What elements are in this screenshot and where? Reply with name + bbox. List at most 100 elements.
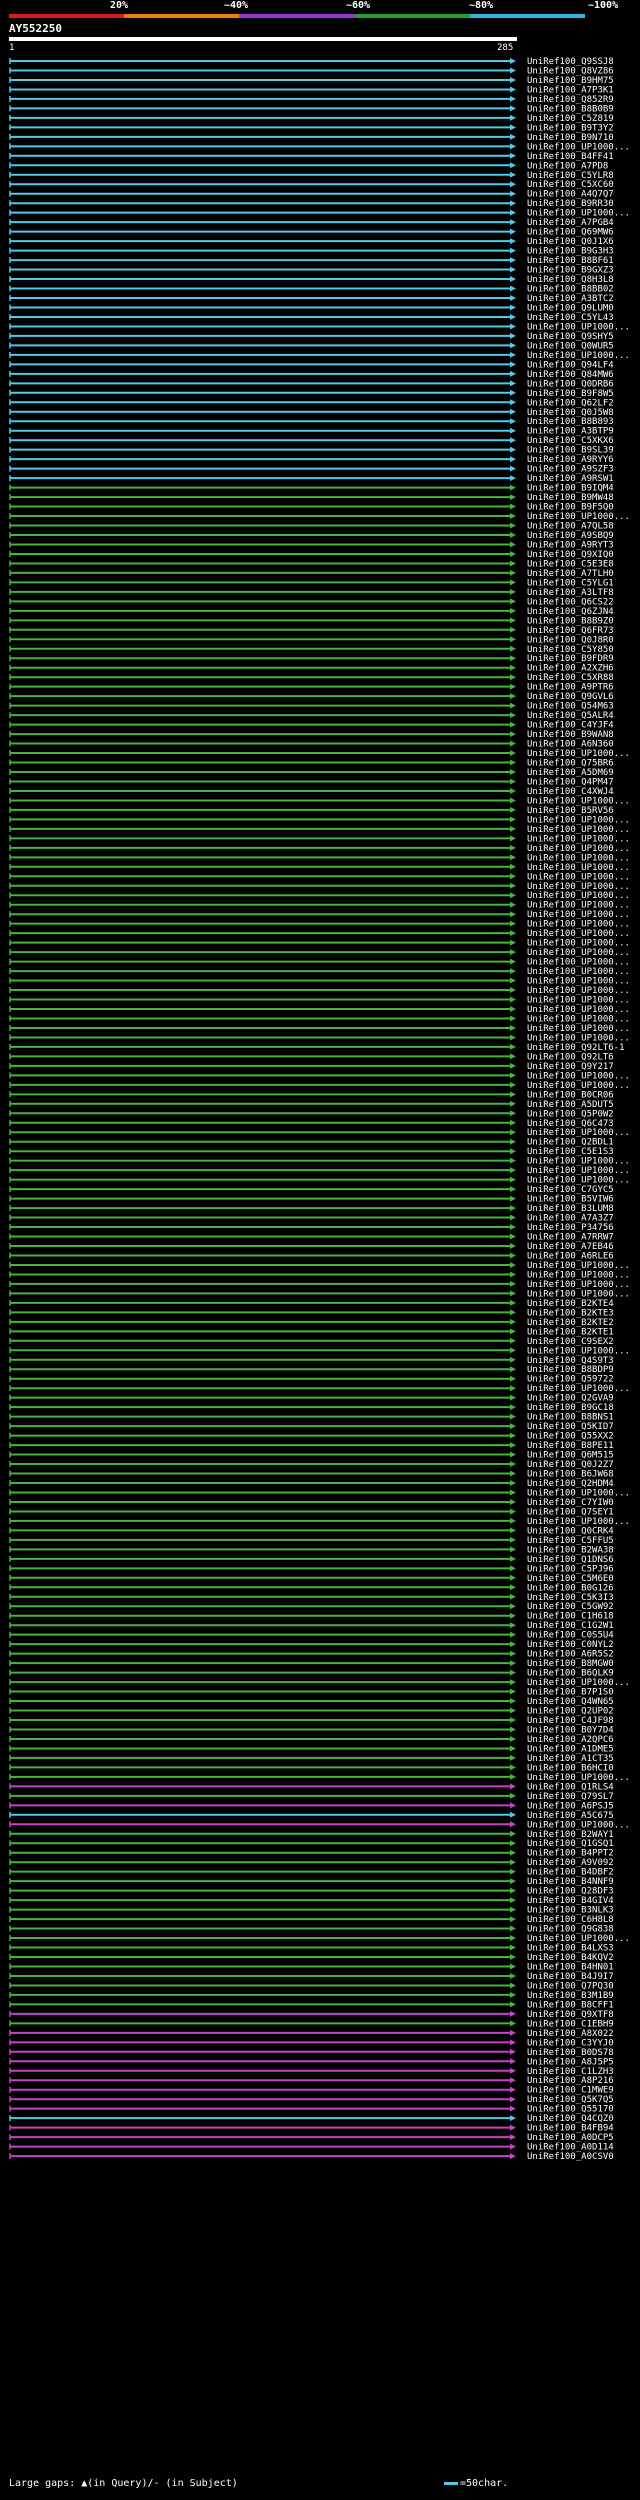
hit-end-arrow — [510, 1489, 516, 1496]
hit-end-arrow — [510, 2039, 516, 2046]
hit-end-arrow — [510, 579, 516, 586]
hit-end-arrow — [510, 892, 516, 899]
hit-end-arrow — [510, 1735, 516, 1742]
hit-end-arrow — [510, 276, 516, 283]
hit-end-arrow — [510, 1186, 516, 1193]
hit-end-arrow — [510, 285, 516, 292]
hit-end-arrow — [510, 750, 516, 757]
hit-end-arrow — [510, 854, 516, 861]
hit-end-arrow — [510, 939, 516, 946]
hit-end-arrow — [510, 456, 516, 463]
hit-end-arrow — [510, 209, 516, 216]
hit-end-arrow — [510, 1754, 516, 1761]
hit-end-arrow — [510, 2143, 516, 2150]
hit-end-arrow — [510, 1356, 516, 1363]
hit-end-arrow — [510, 1641, 516, 1648]
hit-end-arrow — [510, 1717, 516, 1723]
hit-end-arrow — [510, 513, 516, 520]
hit-end-arrow — [510, 1053, 516, 1060]
hit-end-arrow — [510, 1461, 516, 1468]
hit-end-arrow — [510, 1271, 516, 1278]
hit-end-arrow — [510, 626, 516, 633]
hit-end-arrow — [510, 257, 516, 264]
hit-end-arrow — [510, 560, 516, 567]
hit-end-arrow — [510, 806, 516, 813]
hit-end-arrow — [510, 408, 516, 415]
hit-end-arrow — [510, 332, 516, 339]
hit-end-arrow — [510, 2048, 516, 2055]
hit-end-arrow — [510, 1347, 516, 1354]
hit-end-arrow — [510, 1508, 516, 1515]
hit-end-arrow — [510, 816, 516, 823]
hit-end-arrow — [510, 1024, 516, 1031]
hit-end-arrow — [510, 1214, 516, 1221]
hit-end-arrow — [510, 1138, 516, 1145]
hit-end-arrow — [510, 1536, 516, 1543]
hit-end-arrow — [510, 1679, 516, 1686]
hit-end-arrow — [510, 569, 516, 576]
hit-end-arrow — [510, 683, 516, 690]
hit-end-arrow — [510, 1091, 516, 1098]
hit-end-arrow — [510, 968, 516, 975]
hit-end-arrow — [510, 2001, 516, 2008]
hit-end-arrow — [510, 636, 516, 643]
hit-end-arrow — [510, 1157, 516, 1164]
hit-end-arrow — [510, 873, 516, 880]
hit-end-arrow — [510, 58, 516, 64]
hit-end-arrow — [510, 1224, 516, 1231]
hit-end-arrow — [510, 977, 516, 984]
hit-end-arrow — [510, 1280, 516, 1287]
hit-end-arrow — [510, 219, 516, 226]
hit-end-arrow — [510, 920, 516, 927]
hit-end-arrow — [510, 1432, 516, 1439]
hit-end-arrow — [510, 67, 516, 74]
hit-end-arrow — [510, 825, 516, 832]
hit-end-arrow — [510, 1631, 516, 1638]
hit-end-arrow — [510, 901, 516, 908]
hit-end-arrow — [510, 2077, 516, 2084]
hit-end-arrow — [510, 247, 516, 254]
hit-end-arrow — [510, 295, 516, 301]
hit-end-arrow — [510, 1100, 516, 1107]
hit-end-arrow — [510, 721, 516, 728]
hit-end-arrow — [510, 304, 516, 311]
hit-end-arrow — [510, 1328, 516, 1335]
hit-end-arrow — [510, 645, 516, 652]
hit-end-arrow — [510, 607, 516, 614]
hit-end-arrow — [510, 1366, 516, 1373]
hit-end-arrow — [510, 1849, 516, 1856]
hit-end-arrow — [510, 143, 516, 150]
hit-end-arrow — [510, 1252, 516, 1259]
hit-end-arrow — [510, 1830, 516, 1837]
hit-label[interactable]: UniRef100_A0CSV0 — [527, 2152, 614, 2162]
alignment-tracks: UniRef100_Q9SSJ8UniRef100_Q8VZ86UniRef10… — [9, 57, 630, 2162]
hit-end-arrow — [510, 1195, 516, 1202]
hit-end-arrow — [510, 437, 516, 444]
scale-bar — [444, 2481, 458, 2485]
hit-end-arrow — [510, 1859, 516, 1866]
hit-end-arrow — [510, 778, 516, 785]
hit-end-arrow — [510, 2058, 516, 2065]
hit-end-arrow — [510, 835, 516, 842]
hit-end-arrow — [510, 1442, 516, 1449]
hit-end-arrow — [510, 494, 516, 501]
hit-end-arrow — [510, 1148, 516, 1155]
hit-end-arrow — [510, 2134, 516, 2141]
hit-end-arrow — [510, 674, 516, 681]
hit-end-arrow — [510, 740, 516, 747]
hit-end-arrow — [510, 86, 516, 93]
hit-end-arrow — [510, 114, 516, 121]
hit-end-arrow — [510, 949, 516, 956]
hit-end-arrow — [510, 427, 516, 434]
hit-end-arrow — [510, 1707, 516, 1714]
hit-end-arrow — [510, 351, 516, 358]
hit-end-arrow — [510, 1745, 516, 1752]
scale-label: =50char. — [460, 2478, 509, 2489]
hit-end-arrow — [510, 1261, 516, 1268]
hit-end-arrow — [510, 1688, 516, 1695]
hit-end-arrow — [510, 105, 516, 112]
hit-end-arrow — [510, 617, 516, 624]
hit-end-arrow — [510, 133, 516, 140]
hit-end-arrow — [510, 1916, 516, 1923]
hit-end-arrow — [510, 1119, 516, 1126]
